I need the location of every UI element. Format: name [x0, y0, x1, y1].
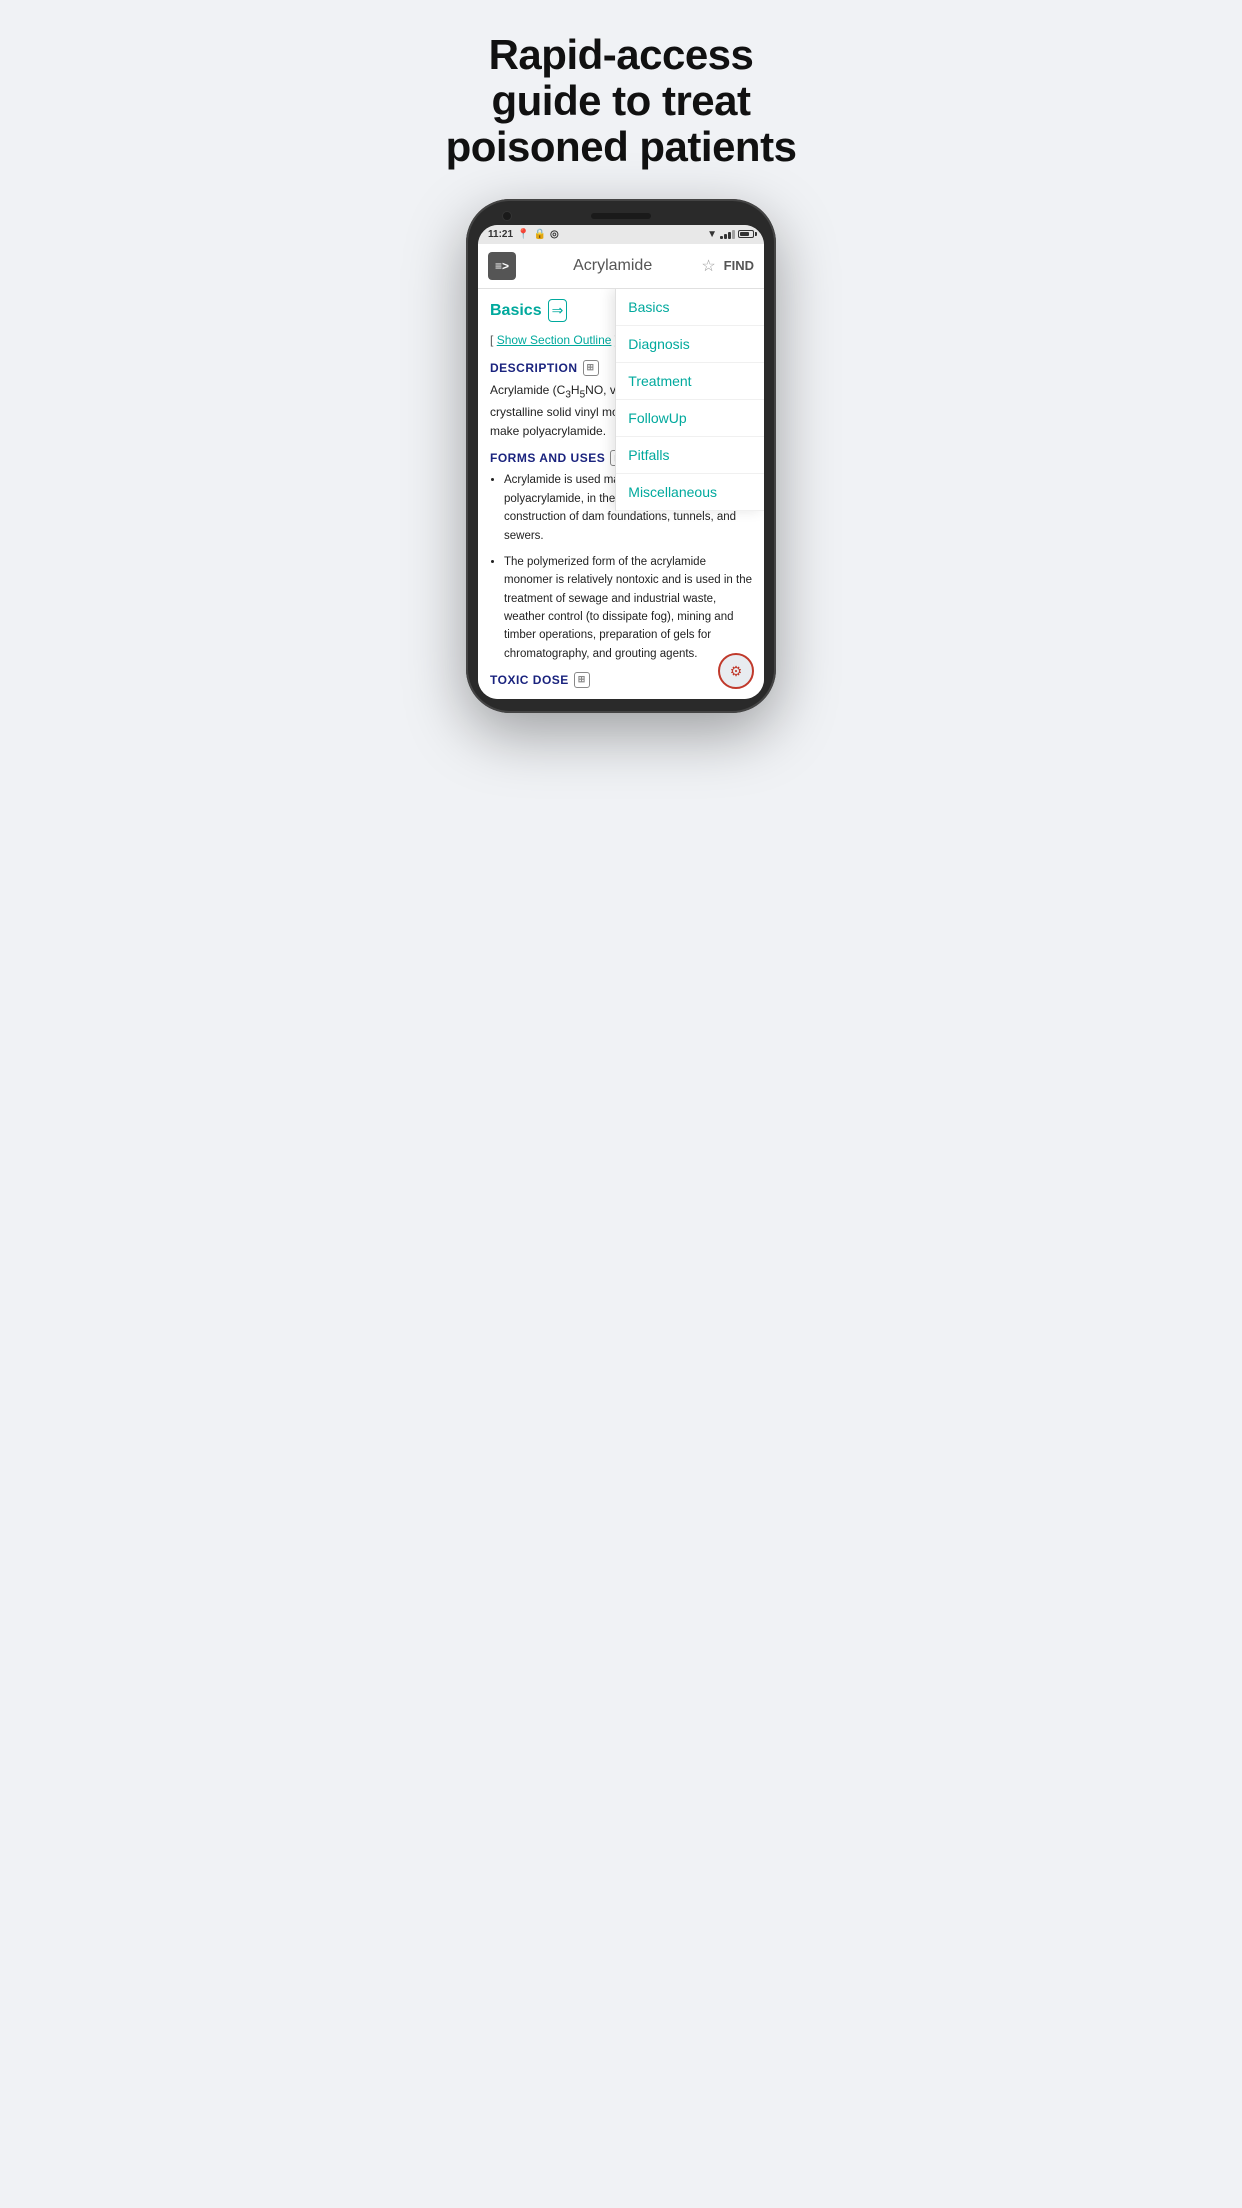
phone-screen: 11:21 📍 🔒 ◎ ▼ — [478, 225, 764, 700]
forms-uses-header-text: FORMS AND USES — [490, 449, 605, 467]
battery-icon — [738, 230, 754, 238]
nav-item-followup[interactable]: FollowUp — [616, 400, 764, 437]
status-bar: 11:21 📍 🔒 ◎ ▼ — [478, 225, 764, 244]
app-topbar-actions: ☆ FIND — [701, 256, 754, 276]
settings-icon: ⚙ — [730, 663, 743, 680]
battery-fill — [740, 232, 749, 236]
hero-title: Rapid-access guide to treat poisoned pat… — [414, 0, 828, 199]
app-title: Acrylamide — [524, 257, 701, 275]
lock-icon: 🔒 — [533, 229, 545, 240]
description-info-icon[interactable]: ⊞ — [583, 360, 599, 376]
toxic-dose-header: TOXIC DOSE ⊞ — [490, 671, 752, 689]
nav-item-miscellaneous[interactable]: Miscellaneous — [616, 474, 764, 511]
section-nav-overlay: Basics Diagnosis Treatment FollowUp Pitf — [615, 289, 764, 511]
app-logo: ≡> — [488, 252, 516, 280]
phone-mockup: 11:21 📍 🔒 ◎ ▼ — [414, 199, 828, 744]
signal-bar-2 — [724, 234, 727, 239]
list-item: The polymerized form of the acrylamide m… — [504, 553, 752, 663]
nav-item-diagnosis[interactable]: Diagnosis — [616, 326, 764, 363]
status-left: 11:21 📍 🔒 ◎ — [488, 229, 559, 240]
find-button[interactable]: FIND — [724, 258, 754, 273]
wifi-icon: ▼ — [707, 229, 717, 240]
app-topbar: ≡> Acrylamide ☆ FIND — [478, 244, 764, 289]
page-wrapper: Rapid-access guide to treat poisoned pat… — [414, 0, 828, 743]
nav-item-basics[interactable]: Basics — [616, 289, 764, 326]
nav-item-treatment[interactable]: Treatment — [616, 363, 764, 400]
basics-text: Basics — [490, 299, 542, 323]
phone-frame: 11:21 📍 🔒 ◎ ▼ — [466, 199, 776, 714]
phone-camera — [502, 211, 512, 221]
toxic-dose-text: TOXIC DOSE — [490, 671, 569, 689]
app-logo-text: ≡> — [495, 259, 509, 273]
phone-speaker — [591, 213, 651, 219]
location-icon: 📍 — [517, 229, 529, 240]
nav-item-pitfalls[interactable]: Pitfalls — [616, 437, 764, 474]
signal-bar-3 — [728, 232, 731, 239]
section-arrow-icon: ⇒ — [548, 299, 568, 322]
status-right: ▼ — [707, 229, 754, 240]
show-outline-button[interactable]: Show Section Outline — [497, 333, 612, 347]
outline-prefix: [ — [490, 333, 493, 347]
description-header-text: DESCRIPTION — [490, 359, 578, 377]
signal-bar-4 — [732, 230, 735, 239]
toxic-dose-info-icon[interactable]: ⊞ — [574, 672, 590, 688]
status-time: 11:21 — [488, 229, 513, 240]
favorite-button[interactable]: ☆ — [701, 256, 715, 276]
phone-top-bar — [478, 213, 764, 219]
signal-bar-1 — [720, 236, 723, 239]
signal-bars — [720, 230, 735, 239]
content-area: Basics ⇒ [ Show Section Outline ] DESCRI… — [478, 289, 764, 700]
circle-icon: ◎ — [550, 229, 559, 240]
fab-button[interactable]: ⚙ — [718, 653, 754, 689]
